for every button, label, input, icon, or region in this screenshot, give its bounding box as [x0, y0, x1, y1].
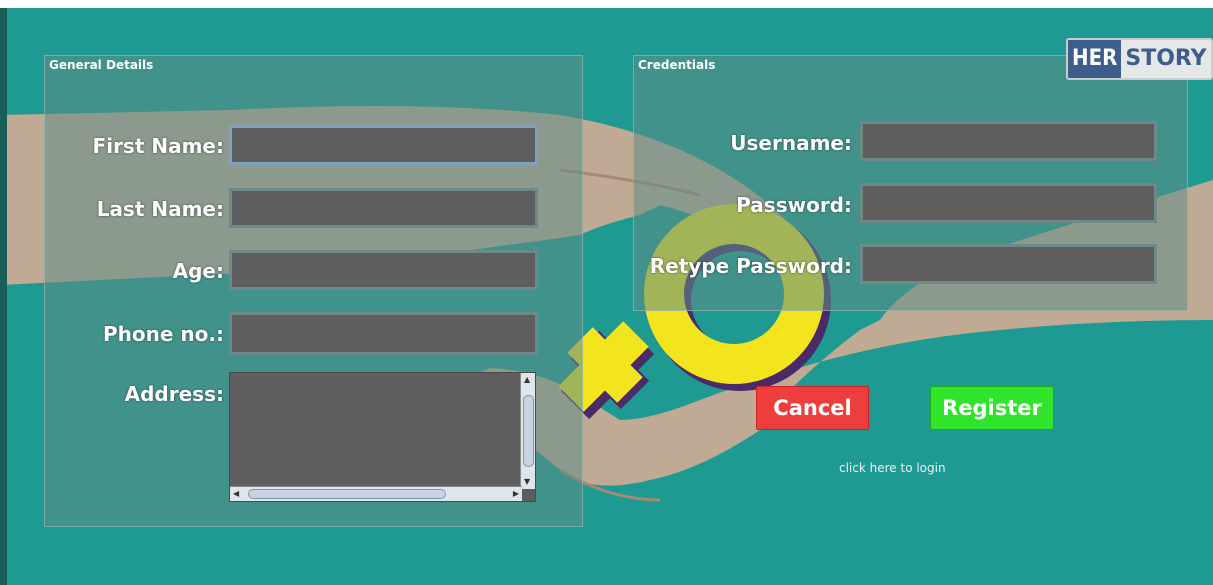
top-border — [0, 0, 1213, 8]
address-label: Address: — [124, 382, 224, 406]
last-name-input[interactable] — [229, 188, 538, 228]
age-input[interactable] — [229, 250, 538, 290]
password-input[interactable] — [860, 183, 1157, 223]
last-name-label: Last Name: — [96, 197, 224, 221]
scroll-down-arrow-icon[interactable]: ▼ — [524, 477, 530, 487]
username-label: Username: — [730, 131, 852, 155]
address-textarea[interactable]: ▲ ▼ ◀ ▶ — [229, 372, 536, 502]
logo-her: HER — [1068, 40, 1122, 78]
horizontal-scroll-thumb[interactable] — [248, 489, 446, 499]
left-edge — [0, 8, 7, 585]
herstory-logo: HER STORY — [1066, 38, 1213, 80]
address-horizontal-scrollbar[interactable]: ◀ ▶ — [230, 486, 522, 501]
credentials-title: Credentials — [638, 58, 716, 72]
first-name-input[interactable] — [229, 125, 538, 165]
phone-label: Phone no.: — [103, 322, 224, 346]
retype-password-label: Retype Password: — [649, 254, 852, 278]
vertical-scroll-thumb[interactable] — [523, 395, 534, 467]
first-name-label: First Name: — [92, 134, 224, 158]
username-input[interactable] — [860, 121, 1157, 161]
logo-story: STORY — [1121, 40, 1211, 78]
scroll-left-arrow-icon[interactable]: ◀ — [233, 489, 239, 499]
register-button[interactable]: Register — [930, 386, 1054, 430]
scroll-right-arrow-icon[interactable]: ▶ — [513, 489, 519, 499]
scroll-up-arrow-icon[interactable]: ▲ — [524, 375, 530, 385]
password-label: Password: — [736, 193, 852, 217]
address-vertical-scrollbar[interactable]: ▲ ▼ — [520, 373, 535, 489]
age-label: Age: — [172, 259, 224, 283]
phone-input[interactable] — [229, 312, 538, 355]
retype-password-input[interactable] — [860, 244, 1157, 284]
login-link[interactable]: click here to login — [839, 461, 946, 475]
general-details-title: General Details — [49, 58, 154, 72]
cancel-button[interactable]: Cancel — [756, 386, 869, 430]
